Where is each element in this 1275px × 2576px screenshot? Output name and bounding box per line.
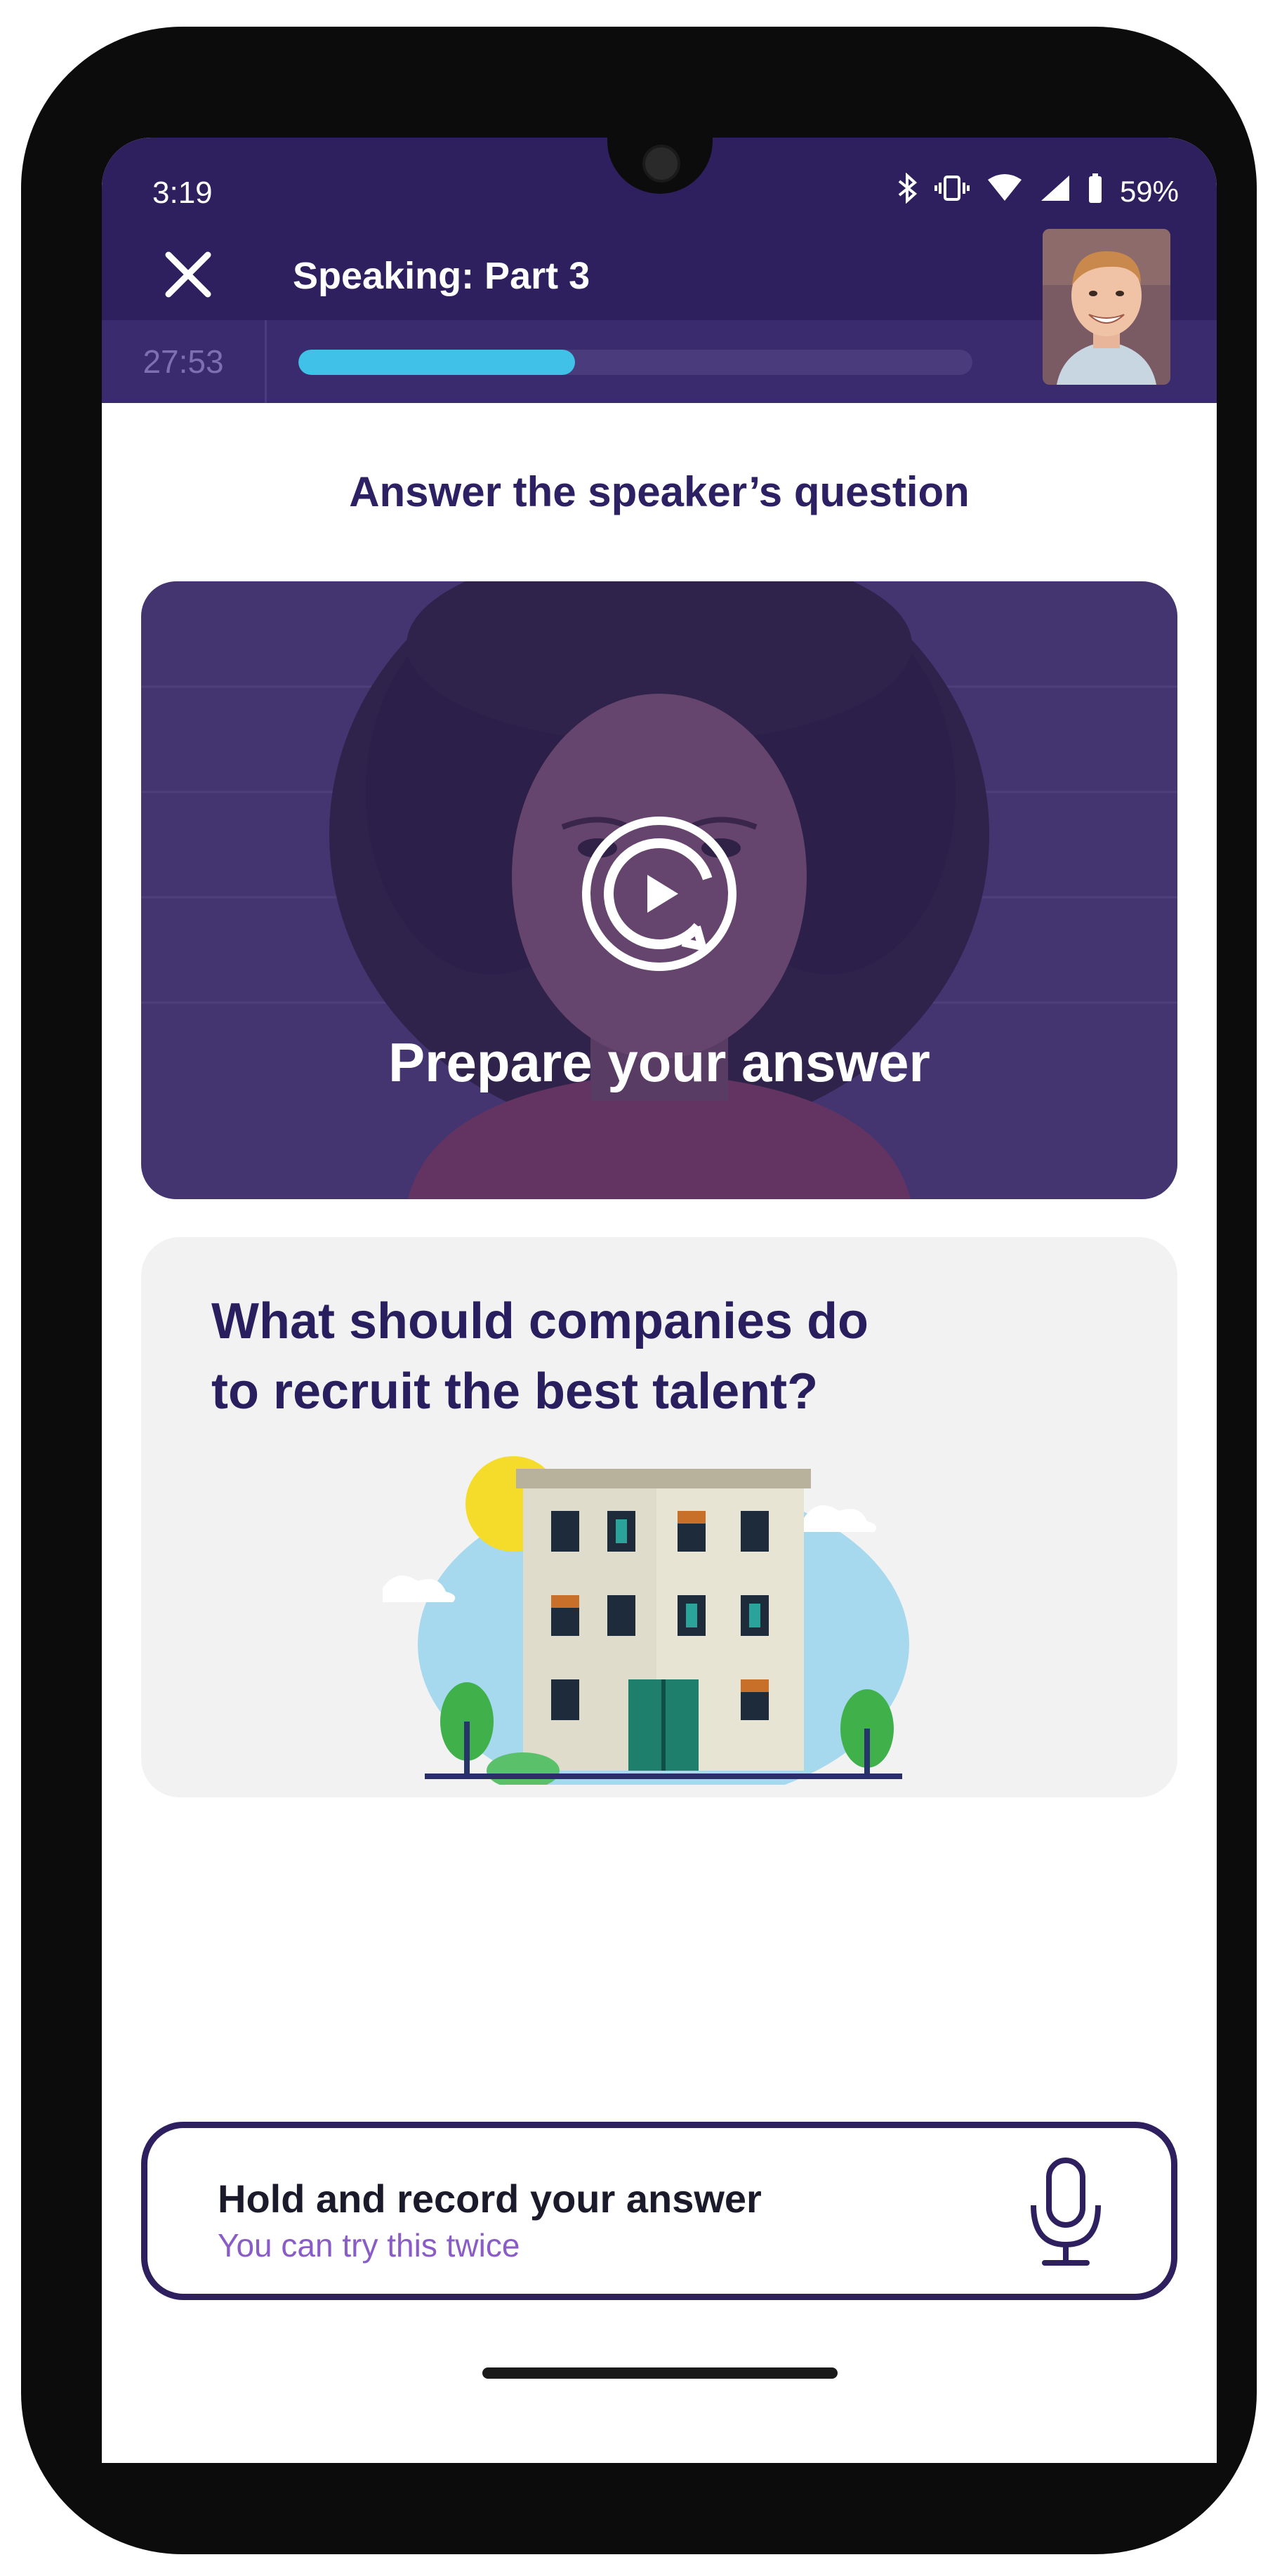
battery-percent: 59% bbox=[1119, 175, 1179, 208]
front-camera bbox=[642, 145, 680, 183]
signal-icon bbox=[1040, 174, 1071, 209]
play-video-button[interactable] bbox=[579, 813, 740, 975]
speaker-video-card[interactable]: Prepare your answer bbox=[141, 581, 1177, 1199]
app-screen: 3:19 59% Speaking: Part 3 27:53 Answer t… bbox=[102, 138, 1217, 2463]
replay-play-icon bbox=[582, 817, 736, 971]
page-title: Speaking: Part 3 bbox=[293, 255, 590, 297]
question-text: What should companies do to recruit the … bbox=[211, 1286, 913, 1427]
status-time: 3:19 bbox=[152, 176, 213, 210]
progress-fill bbox=[298, 350, 575, 375]
video-caption: Prepare your answer bbox=[388, 1031, 930, 1093]
instruction-heading: Answer the speaker’s question bbox=[349, 468, 970, 515]
status-icons: 59% bbox=[897, 172, 1179, 211]
close-icon bbox=[165, 251, 211, 298]
timer-cell: 27:53 bbox=[102, 320, 267, 403]
home-indicator[interactable] bbox=[482, 2367, 838, 2379]
tutor-avatar bbox=[1043, 229, 1170, 385]
record-title: Hold and record your answer bbox=[218, 2177, 762, 2221]
battery-icon bbox=[1088, 173, 1103, 210]
timer-text: 27:53 bbox=[143, 343, 224, 380]
hold-to-record-button[interactable]: Hold and record your answer You can try … bbox=[141, 2122, 1177, 2300]
close-button[interactable] bbox=[157, 243, 220, 306]
wifi-icon bbox=[986, 174, 1023, 209]
question-card: What should companies do to recruit the … bbox=[141, 1237, 1177, 1797]
building-illustration bbox=[383, 1456, 909, 1785]
vibrate-icon bbox=[934, 174, 970, 209]
record-subtitle: You can try this twice bbox=[218, 2227, 520, 2264]
bluetooth-icon bbox=[897, 172, 918, 211]
question-line-2: to recruit the best talent? bbox=[211, 1363, 819, 1420]
microphone-icon bbox=[1031, 2158, 1101, 2266]
progress-track bbox=[298, 350, 972, 375]
phone-frame: 3:19 59% Speaking: Part 3 27:53 Answer t… bbox=[21, 27, 1257, 2554]
question-line-1: What should companies do bbox=[211, 1293, 869, 1349]
